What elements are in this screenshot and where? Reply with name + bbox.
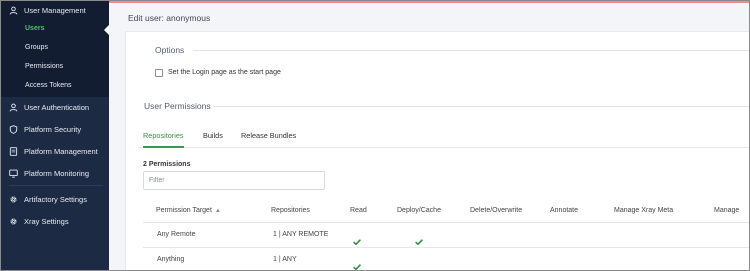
options-section-title: Options	[155, 45, 185, 55]
sidebar-item-label: Platform Monitoring	[24, 168, 90, 178]
column-header-annotate: Annotate	[550, 207, 579, 214]
gear-icon	[9, 217, 18, 226]
sidebar-item-user-management[interactable]: User Management	[1, 1, 109, 19]
user-icon	[9, 103, 18, 112]
gear-icon	[9, 195, 18, 204]
user-permissions-section-title: User Permissions	[144, 101, 211, 111]
options-divider	[193, 50, 749, 51]
sidebar-subitem-groups[interactable]: Groups	[25, 44, 48, 51]
sidebar-item-label: User Management	[24, 5, 86, 15]
column-header-deploy-cache: Deploy/Cache	[397, 207, 441, 214]
table-cell-repositories: 1 | ANY REMOTE	[273, 231, 329, 238]
table-header-divider	[143, 222, 749, 223]
sort-ascending-icon[interactable]: ▲	[215, 208, 221, 214]
document-icon	[9, 146, 18, 156]
check-icon	[353, 257, 361, 270]
sidebar-item-platform-security[interactable]: Platform Security	[1, 121, 109, 137]
sidebar-divider	[9, 185, 103, 186]
table-cell-permission-target[interactable]: Any Remote	[157, 231, 196, 238]
sidebar-subitem-users[interactable]: Users	[25, 25, 44, 32]
column-header-read: Read	[350, 207, 367, 214]
table-cell-repositories: 1 | ANY	[273, 256, 297, 263]
sidebar-item-label: Artifactory Settings	[24, 194, 87, 204]
sidebar-item-xray-settings[interactable]: Xray Settings	[1, 213, 109, 229]
monitor-icon	[9, 169, 18, 178]
column-header-delete-overwrite: Delete/Overwrite	[470, 207, 523, 214]
tabs-divider	[139, 147, 749, 148]
permissions-count: 2 Permissions	[143, 161, 191, 168]
check-icon	[353, 232, 361, 246]
column-header-permission-target[interactable]: Permission Target ▲	[156, 207, 221, 214]
main-content: Edit user: anonymous Options Set the Log…	[109, 1, 749, 270]
sidebar-item-label: Xray Settings	[24, 216, 69, 226]
top-accent-line	[109, 1, 749, 3]
user-icon	[9, 6, 18, 15]
shield-icon	[9, 124, 18, 134]
sidebar-item-platform-monitoring[interactable]: Platform Monitoring	[1, 165, 109, 181]
filter-input[interactable]	[143, 171, 325, 190]
column-header-repositories: Repositories	[271, 207, 310, 214]
user-form-card	[125, 31, 749, 270]
start-page-checkbox[interactable]	[155, 69, 163, 77]
column-header-label: Permission Target	[156, 207, 212, 214]
start-page-checkbox-label: Set the Login page as the start page	[168, 69, 281, 76]
tab-repositories[interactable]: Repositories	[143, 131, 184, 140]
sidebar-item-label: User Authentication	[24, 102, 90, 112]
tab-builds[interactable]: Builds	[203, 131, 223, 140]
sidebar-item-label: Platform Security	[24, 124, 82, 134]
sidebar-item-platform-management[interactable]: Platform Management	[1, 143, 109, 159]
sidebar-item-artifactory-settings[interactable]: Artifactory Settings	[1, 191, 109, 207]
table-cell-permission-target[interactable]: Anything	[157, 256, 184, 263]
table-row-divider	[143, 247, 749, 248]
column-header-manage: Manage	[714, 207, 740, 214]
sidebar: User Management Users Groups Permissions…	[1, 1, 110, 270]
app-window: User Management Users Groups Permissions…	[0, 0, 750, 271]
column-header-manage-xray-meta: Manage Xray Meta	[614, 207, 674, 214]
active-tab-indicator	[143, 146, 184, 148]
tab-release-bundles[interactable]: Release Bundles	[241, 131, 296, 140]
sidebar-item-label: Platform Management	[24, 146, 98, 156]
sidebar-item-user-authentication[interactable]: User Authentication	[1, 99, 109, 115]
sidebar-subitem-permissions[interactable]: Permissions	[25, 63, 63, 70]
permissions-divider	[213, 106, 749, 107]
sidebar-subitem-access-tokens[interactable]: Access Tokens	[25, 82, 72, 89]
page-title: Edit user: anonymous	[128, 13, 211, 23]
check-icon	[415, 232, 423, 246]
